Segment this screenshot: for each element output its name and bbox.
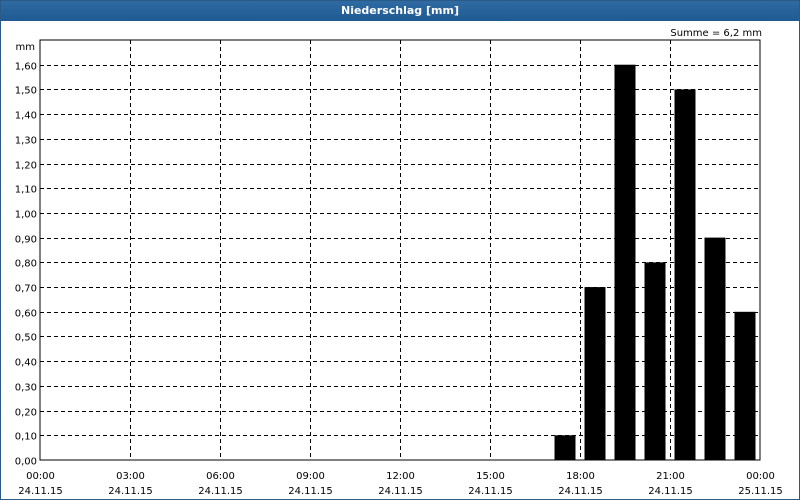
x-tick-time-label: 21:00 bbox=[656, 471, 685, 482]
y-tick-label: 0,20 bbox=[15, 408, 37, 419]
x-tick-time-label: 18:00 bbox=[566, 471, 595, 482]
x-tick-time-label: 03:00 bbox=[116, 471, 145, 482]
x-tick-date-label: 24.11.15 bbox=[468, 486, 513, 497]
x-tick-date-label: 24.11.15 bbox=[198, 486, 243, 497]
y-tick-label: 1,00 bbox=[15, 210, 37, 221]
x-tick-time-label: 12:00 bbox=[386, 471, 415, 482]
y-tick-label: 0,70 bbox=[15, 284, 37, 295]
y-tick-label: 0,40 bbox=[15, 358, 37, 369]
precipitation-chart: 0,00 0,10 0,20 0,30 0,40 0,50 0,60 0,70 0,80 0,90… bbox=[15, 28, 783, 497]
bar bbox=[584, 287, 606, 460]
y-tick-label: 1,40 bbox=[15, 111, 37, 122]
y-tick-label: 0,90 bbox=[15, 235, 37, 246]
bar bbox=[734, 311, 756, 460]
bar bbox=[554, 435, 576, 460]
x-tick-time-label: 00:00 bbox=[746, 471, 775, 482]
y-tick-label: 1,10 bbox=[15, 185, 37, 196]
x-tick-time-label: 15:00 bbox=[476, 471, 505, 482]
x-tick-date-label: 24.11.15 bbox=[18, 486, 63, 497]
y-tick-label: 1,30 bbox=[15, 136, 37, 147]
bar bbox=[704, 237, 726, 460]
y-tick-label: 1,20 bbox=[15, 161, 37, 172]
y-tick-label: 0,10 bbox=[15, 432, 37, 443]
bar bbox=[644, 262, 666, 460]
x-tick-date-label: 25.11.15 bbox=[738, 486, 783, 497]
x-tick-time-label: 06:00 bbox=[206, 471, 235, 482]
x-tick-time-label: 09:00 bbox=[296, 471, 325, 482]
y-axis-unit-label: mm bbox=[16, 42, 35, 53]
x-tick-date-label: 24.11.15 bbox=[288, 486, 333, 497]
bar bbox=[674, 89, 696, 461]
y-tick-label: 1,50 bbox=[15, 86, 37, 97]
y-tick-label: 1,60 bbox=[15, 62, 37, 73]
y-tick-label: 0,50 bbox=[15, 333, 37, 344]
x-tick-time-label: 00:00 bbox=[26, 471, 55, 482]
x-tick-date-label: 24.11.15 bbox=[648, 486, 693, 497]
x-tick-date-label: 24.11.15 bbox=[378, 486, 423, 497]
y-tick-label: 0,00 bbox=[15, 457, 37, 468]
bar bbox=[614, 64, 636, 460]
y-tick-label: 0,80 bbox=[15, 259, 37, 270]
y-tick-label: 0,60 bbox=[15, 309, 37, 320]
y-tick-label: 0,30 bbox=[15, 383, 37, 394]
sum-label: Summe = 6,2 mm bbox=[670, 28, 762, 39]
x-tick-date-label: 24.11.15 bbox=[108, 486, 153, 497]
x-tick-date-label: 24.11.15 bbox=[558, 486, 603, 497]
